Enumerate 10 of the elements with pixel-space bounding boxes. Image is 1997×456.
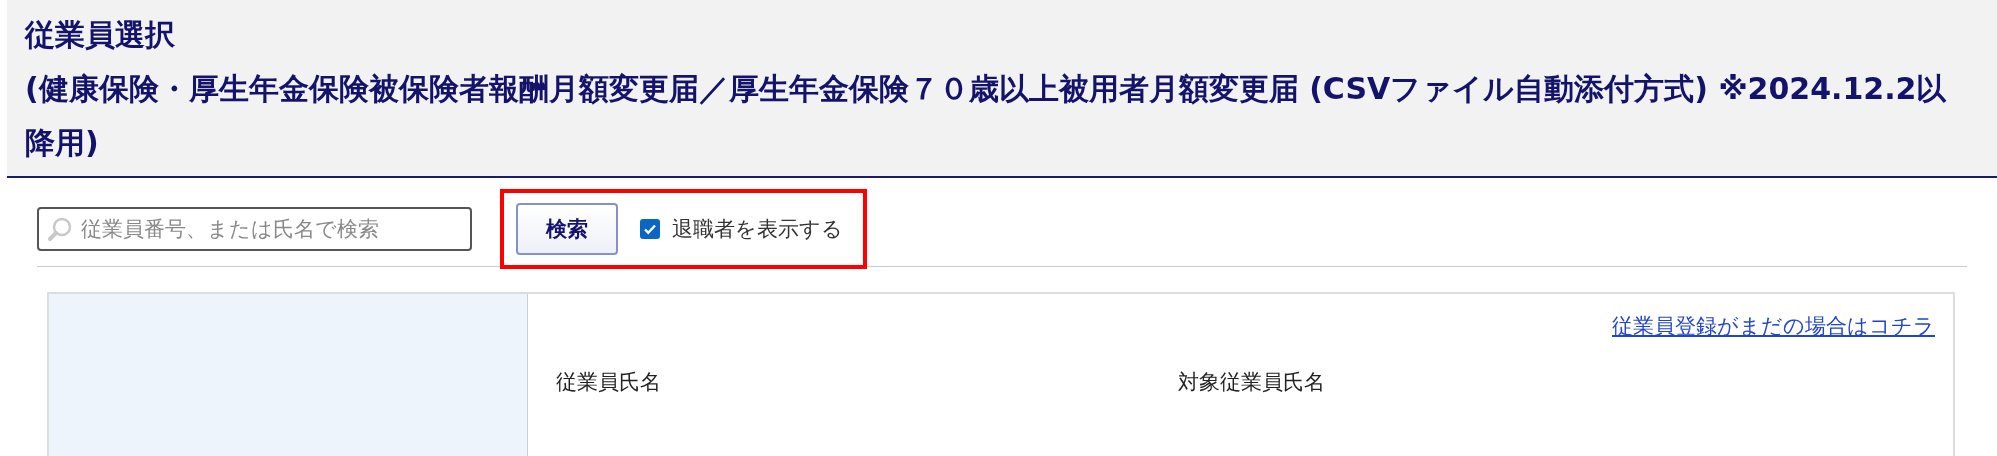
search-field[interactable]: 従業員番号、または氏名で検索 — [37, 207, 472, 251]
field-label: 対象従業員氏名 — [1178, 369, 1326, 396]
page-subtitle: (健康保険・厚生年金保険被保険者報酬月額変更届／厚生年金保険７０歳以上被用者月額変更届 (CSVファイル自動添付方式) ※2024.12.2以降用) — [25, 70, 1948, 162]
field-label: 従業員氏名 — [556, 369, 662, 396]
checkbox-label: 退職者を表示する — [672, 216, 843, 243]
checkbox[interactable] — [640, 219, 660, 239]
search-icon — [47, 216, 73, 242]
search-button[interactable]: 検索 — [516, 203, 618, 255]
page-title: 従業員選択 — [25, 16, 176, 54]
register-link[interactable]: 従業員登録がまだの場合はコチラ — [1612, 312, 1935, 340]
